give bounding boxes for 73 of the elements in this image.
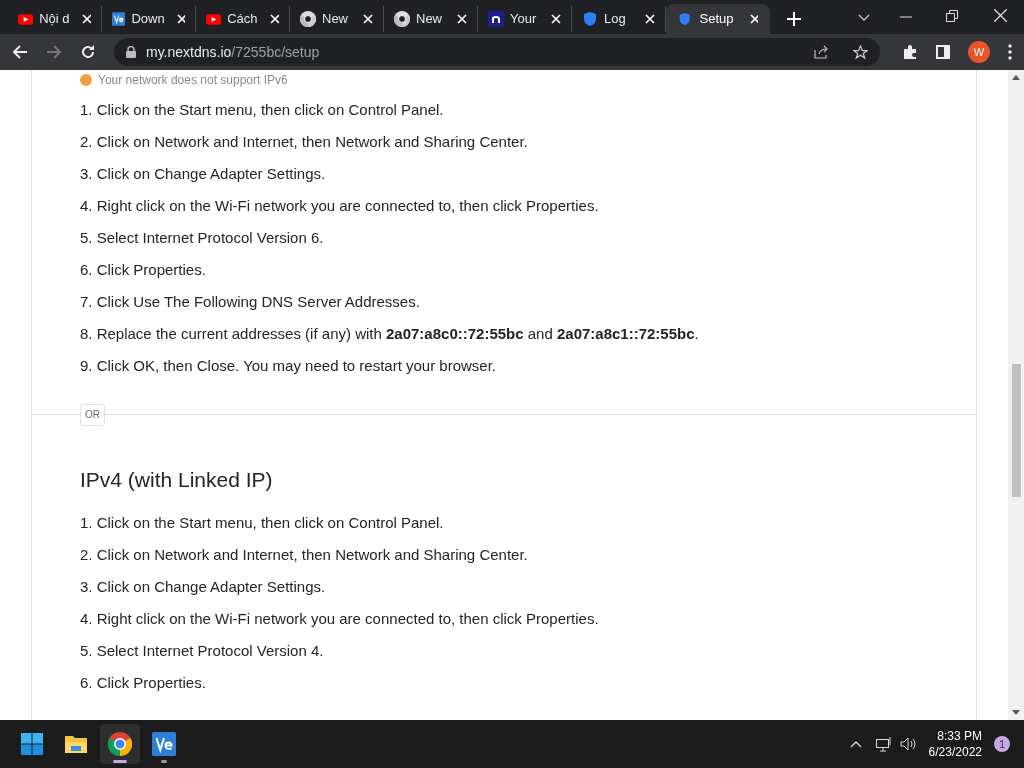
instruction-step: 1. Click on the Start menu, then click on Control Panel. bbox=[80, 513, 976, 533]
network-icon[interactable] bbox=[875, 736, 892, 752]
tab-title: New bbox=[416, 10, 442, 29]
instruction-step: 8. Replace the current addresses (if any) with 2a07:a8c0::72:55bc and 2a07:a8c1::72:55bc. bbox=[80, 324, 976, 344]
browser-tab[interactable]: New bbox=[290, 6, 384, 32]
browser-tab[interactable]: Down bbox=[102, 6, 196, 32]
browser-tab[interactable]: Cách bbox=[196, 6, 290, 32]
instruction-step: 2. Click on Network and Internet, then Network and Sharing Center. bbox=[80, 545, 976, 565]
instruction-step: 5. Select Internet Protocol Version 6. bbox=[80, 228, 976, 248]
chrome-icon bbox=[394, 11, 410, 27]
tab-title: Down bbox=[131, 10, 165, 29]
clock-date[interactable]: 6/23/2022 bbox=[928, 744, 982, 760]
back-icon[interactable] bbox=[12, 44, 28, 60]
letter-n-icon bbox=[488, 11, 504, 27]
instruction-step: 2. Click on Network and Internet, then Network and Sharing Center. bbox=[80, 132, 976, 152]
side-panel-icon[interactable] bbox=[936, 45, 950, 59]
notice-text: Your network does not support IPv6 bbox=[98, 72, 288, 89]
instruction-step: 5. Select Internet Protocol Version 4. bbox=[80, 641, 976, 661]
play-icon bbox=[206, 11, 222, 27]
puzzle-icon[interactable] bbox=[902, 44, 918, 60]
profile-avatar[interactable]: W bbox=[968, 41, 990, 63]
instruction-step: 4. Right click on the Wi-Fi network you are connected to, then click Properties. bbox=[80, 196, 976, 216]
instruction-step: 4. Right click on the Wi-Fi network you are connected to, then click Properties. bbox=[80, 609, 976, 629]
ve-logo-icon bbox=[112, 11, 126, 27]
start-icon bbox=[20, 732, 44, 756]
separator-label: OR bbox=[80, 404, 105, 426]
tab-title: New bbox=[322, 10, 348, 29]
scroll-up-icon[interactable] bbox=[1012, 75, 1020, 80]
instruction-step: 1. Click on the Start menu, then click on Control Panel. bbox=[80, 100, 976, 120]
plus-icon bbox=[787, 12, 801, 26]
chevron-down-icon[interactable] bbox=[858, 14, 870, 22]
folder-icon bbox=[64, 733, 88, 755]
shield-icon bbox=[582, 11, 598, 27]
taskbar-app[interactable] bbox=[100, 724, 140, 764]
tab-title: Cách bbox=[227, 10, 258, 29]
forward-icon[interactable] bbox=[46, 44, 62, 60]
lock-icon bbox=[126, 46, 136, 58]
chrome-icon bbox=[108, 732, 132, 756]
instruction-step: 3. Click on Change Adapter Settings. bbox=[80, 577, 976, 597]
chevron-up-icon[interactable] bbox=[849, 740, 862, 748]
browser-tab[interactable]: Nội d bbox=[8, 6, 102, 32]
instruction-step: 6. Click Properties. bbox=[80, 260, 976, 280]
tab-title: Your bbox=[510, 10, 537, 29]
menu-icon[interactable] bbox=[1008, 44, 1012, 60]
browser-tab[interactable]: Log bbox=[572, 6, 666, 32]
address-bar[interactable]: my.nextdns.io/7255bc/setup bbox=[114, 38, 880, 66]
shield-icon bbox=[678, 11, 692, 27]
browser-tab[interactable]: Your bbox=[478, 6, 572, 32]
instruction-step: 3. Click on Change Adapter Settings. bbox=[80, 164, 976, 184]
volume-icon[interactable] bbox=[899, 737, 917, 751]
ve-logo-icon bbox=[152, 732, 176, 756]
browser-tab[interactable]: Setup bbox=[666, 4, 770, 34]
restore-icon[interactable] bbox=[946, 10, 958, 22]
tab-title: Nội d bbox=[39, 10, 70, 29]
star-icon[interactable] bbox=[853, 44, 868, 60]
instruction-step: 9. Click OK, then Close. You may need to restart your browser. bbox=[80, 356, 976, 376]
scrollbar[interactable] bbox=[1008, 70, 1024, 720]
tab-title: Log bbox=[604, 10, 626, 29]
reload-icon[interactable] bbox=[80, 44, 96, 60]
share-icon[interactable] bbox=[814, 45, 829, 59]
instruction-step: 7. Click Use The Following DNS Server Addresses. bbox=[80, 292, 976, 312]
chrome-icon bbox=[300, 11, 316, 27]
clock-time[interactable]: 8:33 PM bbox=[937, 728, 982, 744]
browser-tab[interactable]: New bbox=[384, 6, 478, 32]
scroll-thumb[interactable] bbox=[1011, 364, 1021, 497]
scroll-down-icon[interactable] bbox=[1012, 710, 1020, 715]
tab-title: Setup bbox=[699, 10, 734, 29]
url-text: my.nextdns.io/7255bc/setup bbox=[146, 42, 320, 62]
instruction-step: 6. Click Properties. bbox=[80, 673, 976, 693]
section-heading: IPv4 (with Linked IP) bbox=[80, 467, 274, 493]
notification-badge[interactable]: 1 bbox=[994, 736, 1010, 752]
play-icon bbox=[18, 11, 34, 27]
close-icon[interactable] bbox=[994, 9, 1007, 22]
